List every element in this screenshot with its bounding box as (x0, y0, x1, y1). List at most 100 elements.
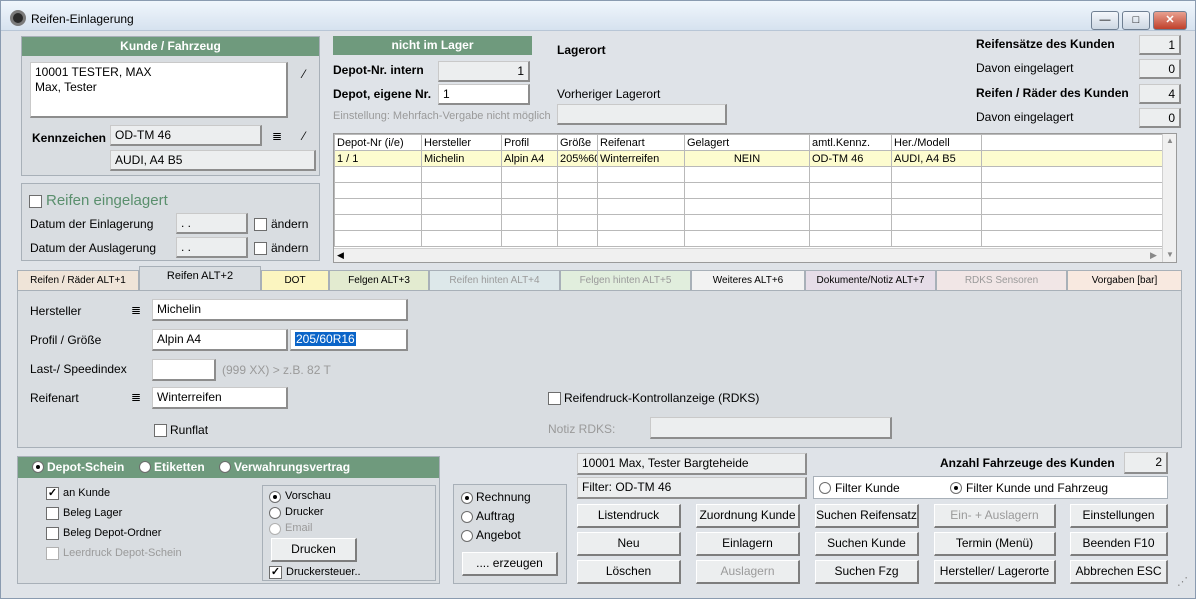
tab-10[interactable]: Vorgaben [bar] (1067, 270, 1182, 291)
filter-customer-radio[interactable] (819, 482, 831, 494)
customer-address-box[interactable]: 10001 TESTER, MAX Max, Tester (30, 62, 288, 118)
vehicle-field[interactable]: AUDI, A4 B5 (110, 150, 316, 171)
copy-storage-checkbox[interactable] (46, 507, 59, 520)
order-radio[interactable] (461, 511, 473, 523)
edit-customer-icon[interactable]: ⁄ (294, 65, 314, 83)
retrieve-button[interactable]: Auslagern (696, 560, 800, 584)
grid-row[interactable]: 1 / 1 Michelin Alpin A4 205%60 Winterreifen N… (334, 150, 1163, 167)
runflat-checkbox[interactable] (154, 424, 167, 437)
list-icon[interactable]: ≣ (267, 127, 287, 145)
email-label: Email (285, 522, 313, 534)
date-in-field[interactable]: . . (176, 213, 248, 234)
maximize-button[interactable]: □ (1122, 11, 1150, 30)
grid-column-header[interactable]: Größe (557, 134, 598, 151)
create-document-button[interactable]: .... erzeugen (462, 552, 558, 576)
appointment-menu-button[interactable]: Termin (Menü) (934, 532, 1056, 556)
resize-grip-icon[interactable]: ⋰ (1177, 575, 1188, 588)
copy-customer-checkbox[interactable]: ✓ (46, 487, 59, 500)
tires-stored-checkbox[interactable] (29, 195, 42, 208)
rdks-note-field[interactable] (650, 417, 892, 439)
tire-set-grid[interactable]: Depot-Nr (i/e) Hersteller Profil Größe Reife… (333, 133, 1177, 263)
new-button[interactable]: Neu (577, 532, 681, 556)
previous-location-field[interactable] (557, 104, 727, 125)
list-print-button[interactable]: Listendruck (577, 504, 681, 528)
grid-column-header[interactable]: Profil (501, 134, 558, 151)
tab-1[interactable]: Reifen / Räder ALT+1 (17, 270, 139, 291)
search-customer-button[interactable]: Suchen Kunde (815, 532, 919, 556)
tab-8[interactable]: Dokumente/Notiz ALT+7 (805, 270, 936, 291)
manufacturer-field[interactable]: Michelin (152, 299, 408, 321)
delete-button[interactable]: Löschen (577, 560, 681, 584)
close-button[interactable]: ✕ (1153, 11, 1187, 30)
tab-7[interactable]: Weiteres ALT+6 (691, 270, 805, 291)
manufacturer-locations-button[interactable]: Hersteller/ Lagerorte (934, 560, 1056, 584)
grid-empty-row[interactable] (334, 166, 1163, 183)
tab-3[interactable]: DOT (261, 270, 329, 291)
depot-status-header: nicht im Lager (333, 36, 532, 55)
date-in-change-checkbox[interactable] (254, 218, 267, 231)
copy-folder-checkbox[interactable] (46, 527, 59, 540)
grid-cell (334, 230, 422, 247)
filter-customer-vehicle-radio[interactable] (950, 482, 962, 494)
grid-empty-row[interactable] (334, 198, 1163, 215)
depot-internal-field[interactable]: 1 (438, 61, 530, 82)
grid-column-header[interactable]: Reifenart (597, 134, 685, 151)
date-out-field[interactable]: . . (176, 237, 248, 258)
grid-column-header[interactable]: Her./Modell (891, 134, 982, 151)
assign-customer-button[interactable]: Zuordnung Kunde (696, 504, 800, 528)
preview-radio[interactable] (269, 491, 281, 503)
tire-type-field[interactable]: Winterreifen (152, 387, 288, 409)
grid-column-header[interactable]: Gelagert (684, 134, 810, 151)
grid-cell (557, 166, 598, 183)
size-field[interactable]: 205/60R16 (290, 329, 408, 351)
load-speed-field[interactable] (152, 359, 216, 381)
grid-empty-row[interactable] (334, 214, 1163, 231)
contract-radio[interactable] (219, 461, 231, 473)
invoice-label: Rechnung (476, 490, 531, 504)
grid-column-header[interactable] (981, 134, 1163, 151)
date-out-change-checkbox[interactable] (254, 242, 267, 255)
tire-type-list-icon[interactable]: ≣ (126, 388, 146, 406)
scroll-right-arrow-icon[interactable]: ▶ (1150, 250, 1157, 261)
manufacturer-list-icon[interactable]: ≣ (126, 301, 146, 319)
grid-empty-row[interactable] (334, 230, 1163, 247)
grid-column-header[interactable]: Hersteller (421, 134, 502, 151)
grid-column-header[interactable]: Depot-Nr (i/e) (334, 134, 422, 151)
minimize-button[interactable]: — (1091, 11, 1119, 30)
cancel-button[interactable]: Abbrechen ESC (1070, 560, 1168, 584)
grid-vertical-scrollbar[interactable]: ▲ ▼ (1162, 134, 1176, 262)
grid-column-header[interactable]: amtl.Kennz. (809, 134, 892, 151)
depot-slip-radio[interactable] (32, 461, 44, 473)
grid-cell (557, 182, 598, 199)
search-vehicle-button[interactable]: Suchen Fzg (815, 560, 919, 584)
grid-horizontal-scrollbar[interactable]: ◀ ▶ (334, 248, 1162, 262)
store-retrieve-button[interactable]: Ein- + Auslagern (934, 504, 1056, 528)
settings-button[interactable]: Einstellungen (1070, 504, 1168, 528)
scroll-left-arrow-icon[interactable]: ◀ (337, 250, 344, 261)
plate-field[interactable]: OD-TM 46 (110, 125, 262, 146)
tab-9[interactable]: RDKS Sensoren (936, 270, 1067, 291)
printer-radio[interactable] (269, 507, 281, 519)
offer-radio[interactable] (461, 530, 473, 542)
exit-button[interactable]: Beenden F10 (1070, 532, 1168, 556)
invoice-radio[interactable] (461, 492, 473, 504)
scroll-down-arrow-icon[interactable]: ▼ (1166, 250, 1174, 259)
edit-vehicle-icon[interactable]: ⁄ (294, 127, 314, 145)
grid-empty-row[interactable] (334, 182, 1163, 199)
tab-6[interactable]: Felgen hinten ALT+5 (560, 270, 691, 291)
depot-own-field[interactable]: 1 (438, 84, 530, 105)
rdks-checkbox[interactable] (548, 392, 561, 405)
search-tire-set-button[interactable]: Suchen Reifensatz (815, 504, 919, 528)
tab-5[interactable]: Reifen hinten ALT+4 (429, 270, 560, 291)
labels-radio[interactable] (139, 461, 151, 473)
profile-field[interactable]: Alpin A4 (152, 329, 288, 351)
store-button[interactable]: Einlagern (696, 532, 800, 556)
stat-label: Reifen / Räder des Kunden (976, 86, 1129, 100)
print-button[interactable]: Drucken (271, 538, 357, 562)
tab-2[interactable]: Reifen ALT+2 (139, 266, 261, 292)
print-control-checkbox[interactable]: ✓ (269, 566, 282, 579)
scroll-up-arrow-icon[interactable]: ▲ (1166, 136, 1174, 145)
email-radio[interactable] (269, 523, 281, 535)
blank-print-checkbox[interactable] (46, 547, 59, 560)
tab-4[interactable]: Felgen ALT+3 (329, 270, 429, 291)
